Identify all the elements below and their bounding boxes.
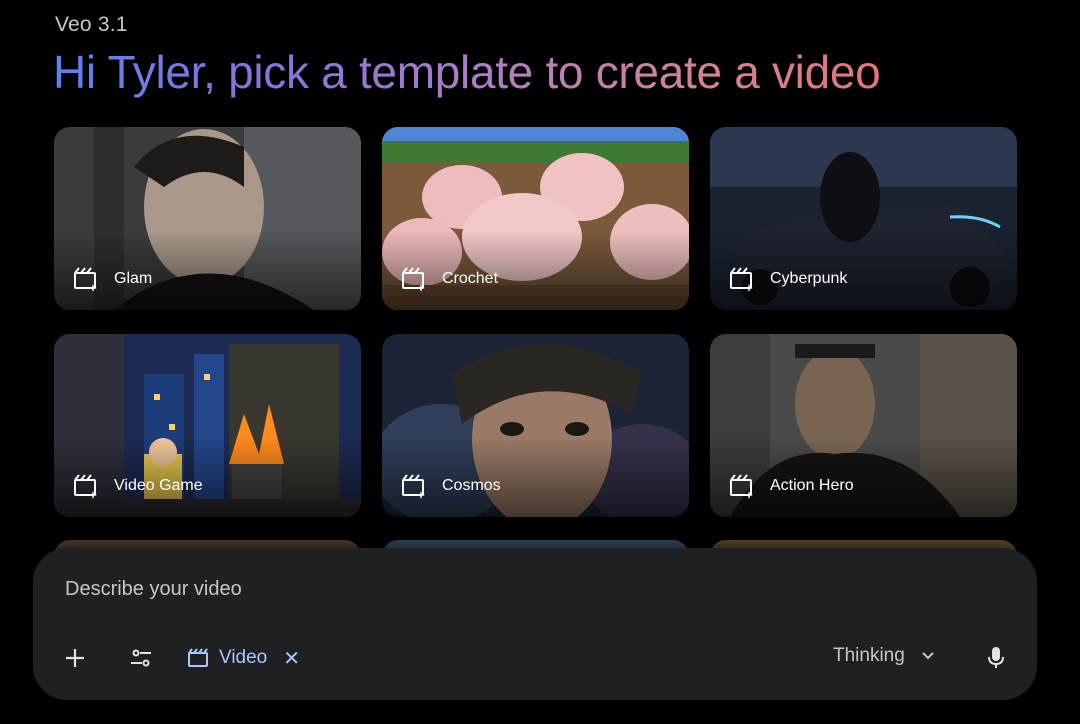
video-mode-chip[interactable]: Video ✕ [187, 644, 300, 672]
prompt-input[interactable]: Describe your video [65, 578, 242, 601]
tools-button[interactable] [125, 642, 157, 674]
video-spark-icon [730, 267, 753, 292]
video-spark-icon [730, 474, 753, 499]
microphone-icon [988, 647, 1004, 668]
close-icon[interactable]: ✕ [283, 646, 300, 671]
template-label: Cosmos [442, 477, 501, 494]
chip-label: Video [219, 647, 268, 668]
plus-icon [66, 649, 84, 667]
chevron-down-icon [922, 652, 934, 660]
mode-selector[interactable]: Thinking [833, 645, 935, 667]
mode-label: Thinking [833, 645, 905, 666]
add-button[interactable] [59, 642, 91, 674]
page-title: Hi Tyler, pick a template to create a vi… [53, 46, 881, 98]
video-spark-icon [74, 474, 97, 499]
template-card-action-hero[interactable]: Action Hero [710, 334, 1017, 517]
template-card-glam[interactable]: Glam [54, 127, 361, 310]
video-spark-icon [402, 474, 425, 499]
tune-icon [131, 649, 151, 667]
prompt-composer: Describe your video Video ✕ Thinking [33, 548, 1037, 700]
microphone-button[interactable] [981, 642, 1011, 674]
template-label: Cyberpunk [770, 270, 848, 287]
template-card-cosmos[interactable]: Cosmos [382, 334, 689, 517]
template-label: Glam [114, 270, 153, 287]
template-label: Video Game [114, 477, 203, 494]
template-label: Action Hero [770, 477, 854, 494]
template-card-video-game[interactable]: Video Game [54, 334, 361, 517]
video-spark-icon [74, 267, 97, 292]
model-label: Veo 3.1 [55, 13, 128, 36]
template-card-cyberpunk[interactable]: Cyberpunk [710, 127, 1017, 310]
template-card-crochet[interactable]: Crochet [382, 127, 689, 310]
video-spark-icon [402, 267, 425, 292]
template-label: Crochet [442, 270, 499, 287]
template-picker-page: Veo 3.1 Hi Tyler, pick a template to cre… [0, 0, 1080, 724]
movie-icon [188, 648, 208, 667]
